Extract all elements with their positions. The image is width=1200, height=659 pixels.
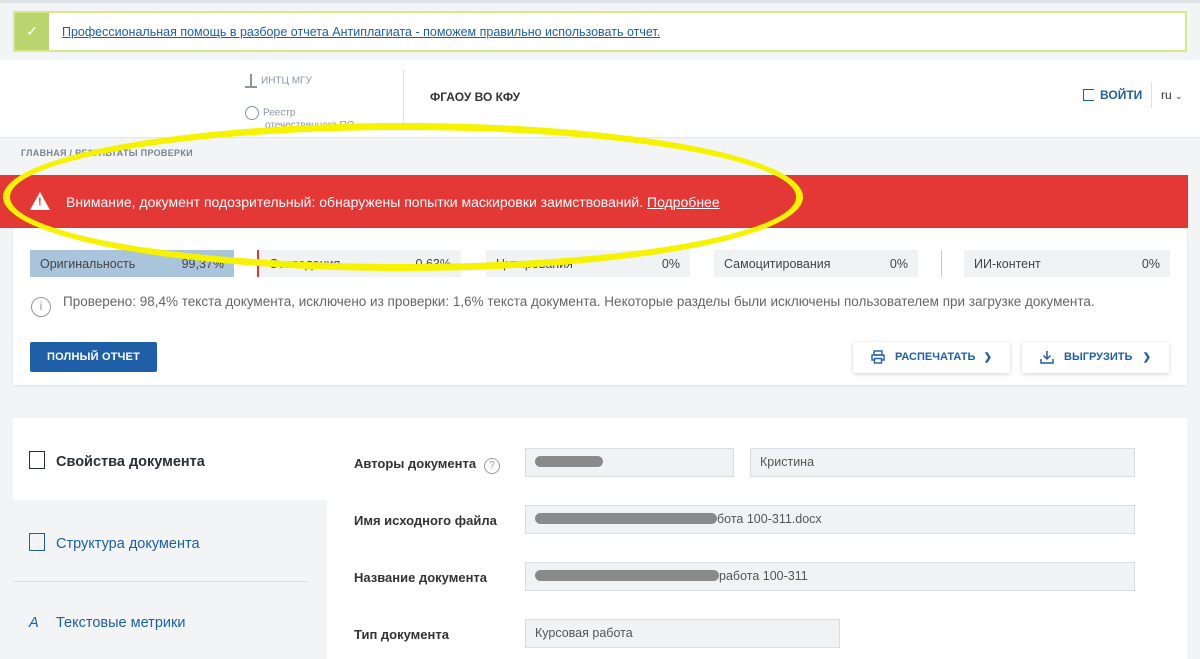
login-button[interactable]: ВОЙТИ [1083,88,1142,102]
sidebar-divider [13,581,308,582]
metric-divider [941,250,942,277]
metric-label: Оригинальность [40,257,136,271]
sidebar-item-label: Свойства документа [56,454,205,470]
login-label: ВОЙТИ [1100,88,1143,102]
logo-line1: ИНТЦ МГУ [261,75,312,87]
sidebar-item-structure[interactable]: Структура документа [29,533,200,552]
alert-more-link[interactable]: Подробнее [647,194,720,210]
university-tower-icon [245,74,257,88]
check-icon: ✓ [15,13,49,50]
info-icon: i [31,297,51,317]
type-field[interactable]: Курсовая работа [525,619,840,648]
sidebar-item-properties[interactable]: Свойства документа [29,451,205,470]
structure-icon [29,533,45,551]
metric-label: Самоцитирования [724,257,831,271]
organization-name: ФГАОУ ВО КФУ [430,90,521,104]
check-info-text: Проверено: 98,4% текста документа, исклю… [63,294,1095,309]
redacted-text [535,513,717,524]
metric-label: Цитирования [496,257,573,271]
promo-notice: ✓ Профессиональная помощь в разборе отче… [13,11,1187,52]
warning-icon: ! [30,192,50,210]
metric-matches[interactable]: Совпадения 0,63% [257,250,461,277]
breadcrumb[interactable]: ГЛАВНАЯ / РЕЗУЛЬТАТЫ ПРОВЕРКИ [21,148,193,158]
metric-citations[interactable]: Цитирования 0% [486,250,690,277]
document-properties: Авторы документа? Кристина Имя исходного… [327,418,1187,659]
metric-label: ИИ-контент [974,257,1041,271]
login-icon [1083,89,1094,101]
site-header: ИНТЦ МГУ Реестр отечественного ПО ФГАОУ В… [0,60,1200,138]
print-button[interactable]: РАСПЕЧАТАТЬ ❯ [853,342,1010,373]
download-button[interactable]: ВЫГРУЗИТЬ ❯ [1022,342,1169,373]
download-label: ВЫГРУЗИТЬ [1064,351,1133,363]
document-sidebar: Свойства документа Структура документа A… [13,418,327,659]
chevron-down-icon: ⌄ [1175,91,1183,101]
document-icon [29,451,45,469]
redacted-text [535,456,603,467]
metric-originality[interactable]: Оригинальность 99,37% [30,250,234,277]
signature-icon: A [29,615,39,631]
redacted-text [535,570,719,581]
alert-text: Внимание, документ подозрительный: обнар… [66,194,644,210]
sidebar-item-label: Структура документа [56,536,200,552]
language-select[interactable]: ru ⌄ [1161,88,1183,102]
download-icon [1040,351,1054,364]
printer-icon [871,350,885,364]
print-label: РАСПЕЧАТАТЬ [895,351,976,363]
report-summary-panel: Оригинальность 99,37% Совпадения 0,63% Ц… [13,228,1187,385]
header-divider [403,70,404,128]
emblem-icon [245,106,259,120]
title-label: Название документа [354,570,488,585]
title-field[interactable]: работа 100-311 [525,562,1135,591]
sidebar-item-metrics[interactable]: A Текстовые метрики [29,615,185,631]
logo[interactable]: ИНТЦ МГУ Реестр отечественного ПО [245,68,395,131]
top-border [0,0,1200,3]
metric-self-citations[interactable]: Самоцитирования 0% [714,250,918,277]
metric-value: 0% [889,257,908,271]
full-report-button[interactable]: ПОЛНЫЙ ОТЧЕТ [30,342,157,372]
metric-label: Совпадения [269,257,341,271]
filename-label: Имя исходного файла [354,513,497,528]
sidebar-item-label: Текстовые метрики [56,615,186,631]
metric-value: 0,63% [415,257,451,271]
metric-value: 99,37% [181,257,224,271]
type-label: Тип документа [354,627,449,642]
filename-field[interactable]: бота 100-311.docx [525,505,1135,534]
logo-line2: Реестр [263,107,296,119]
authors-label: Авторы документа? [354,456,501,474]
metric-value: 0% [661,257,680,271]
logo-line3: отечественного ПО [265,120,355,131]
check-info: i Проверено: 98,4% текста документа, искл… [31,294,1095,317]
help-icon[interactable]: ? [484,458,501,474]
header-separator [1151,82,1152,108]
language-value: ru [1161,88,1172,102]
promo-link[interactable]: Профессиональная помощь в разборе отчета… [62,25,660,39]
metric-ai-content[interactable]: ИИ-контент 0% [964,250,1170,277]
author-name-field[interactable]: Кристина [750,448,1135,477]
author-surname-field[interactable] [525,448,734,477]
metric-value: 0% [1141,257,1160,271]
suspicious-alert: ! Внимание, документ подозрительный: обн… [0,175,1188,228]
chevron-down-icon: ❯ [1142,352,1151,363]
chevron-down-icon: ❯ [983,352,992,363]
